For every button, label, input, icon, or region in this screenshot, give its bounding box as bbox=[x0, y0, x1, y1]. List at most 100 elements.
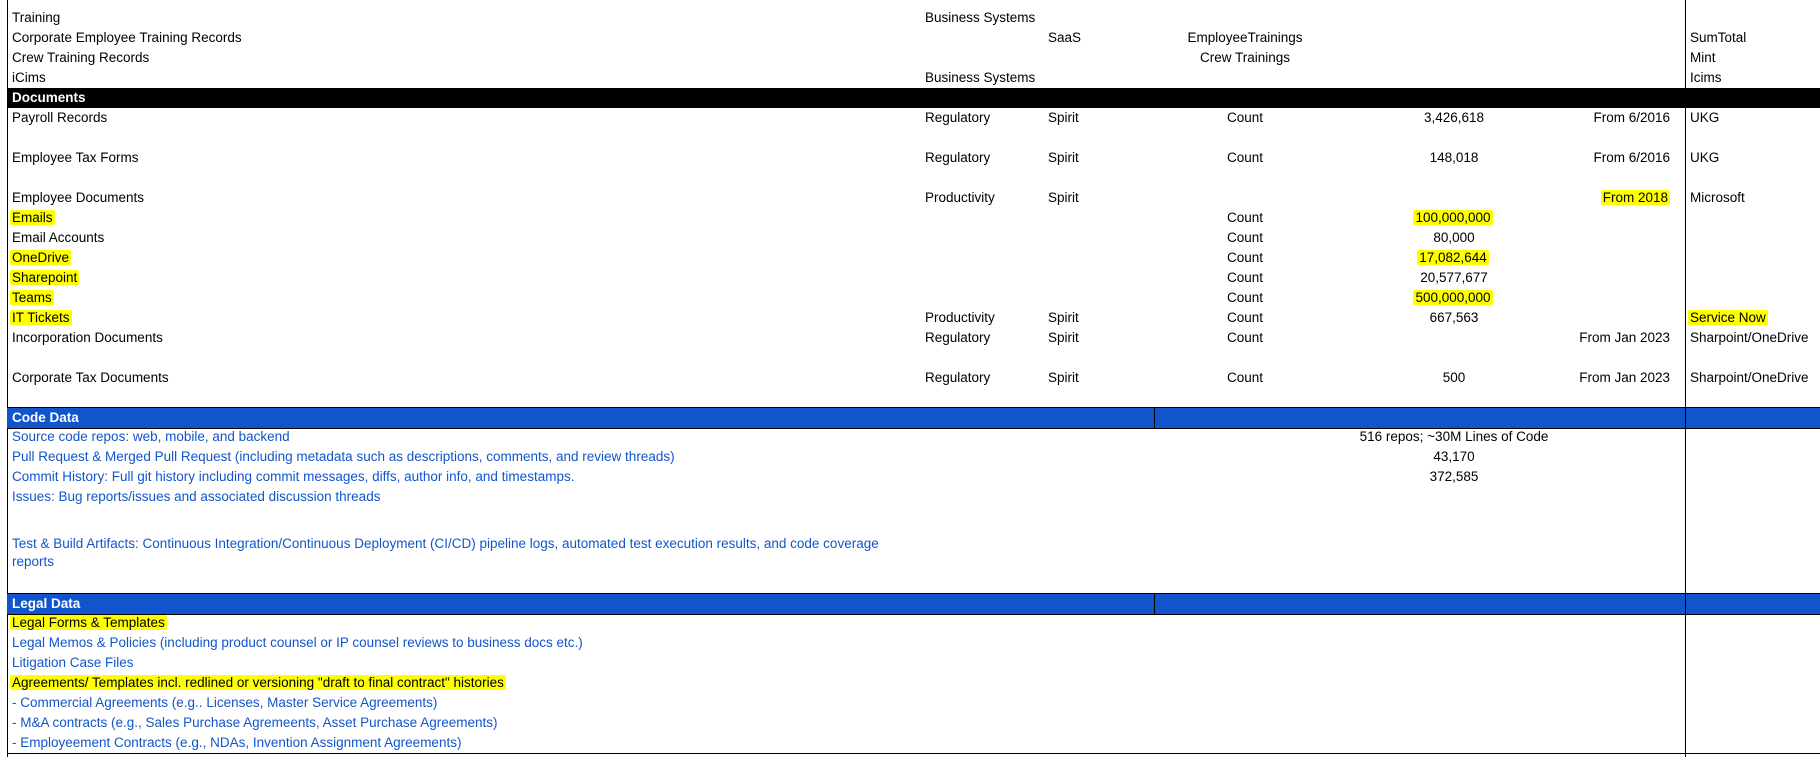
section-header-label: Code Data bbox=[12, 410, 79, 425]
highlighted-name: Teams bbox=[10, 290, 54, 305]
row-system: Microsoft bbox=[1690, 190, 1745, 205]
highlighted-system: Service Now bbox=[1688, 310, 1768, 325]
highlighted-name: IT Tickets bbox=[10, 310, 72, 325]
system-column-border bbox=[1685, 0, 1686, 757]
spreadsheet: Training Business Systems Corporate Empl… bbox=[0, 0, 1820, 757]
highlighted-range: From 2018 bbox=[1600, 190, 1670, 205]
section-header-documents[interactable]: Documents bbox=[7, 88, 1820, 108]
highlighted-name: Emails bbox=[10, 210, 55, 225]
row-category: Productivity bbox=[925, 310, 995, 325]
row-metric: Count bbox=[1226, 150, 1264, 165]
row-name: Crew Training Records bbox=[12, 50, 150, 65]
row-value: 17,082,644 bbox=[1354, 248, 1554, 268]
column-divider bbox=[1154, 408, 1155, 428]
row-category: Business Systems bbox=[925, 10, 1036, 25]
row-name: Employee Tax Forms bbox=[12, 150, 139, 165]
row-source: Spirit bbox=[1048, 370, 1079, 385]
row-name: Pull Request & Merged Pull Request (incl… bbox=[12, 449, 675, 464]
section-header-legal-data[interactable]: Legal Data bbox=[7, 593, 1820, 615]
row-metric: Count bbox=[1226, 250, 1264, 265]
section-header-code-data[interactable]: Code Data bbox=[7, 407, 1820, 429]
row-name: Teams bbox=[10, 288, 54, 308]
highlighted-value: 100,000,000 bbox=[1413, 210, 1493, 225]
row-system: SumTotal bbox=[1690, 30, 1747, 45]
column-divider bbox=[1685, 594, 1686, 614]
row-name: Employee Documents bbox=[12, 190, 145, 205]
row-name: Training bbox=[12, 10, 61, 25]
row-name: iCims bbox=[12, 70, 46, 85]
row-value: 667,563 bbox=[1429, 310, 1479, 325]
row-metric: Count bbox=[1226, 290, 1264, 305]
highlighted-value: 500,000,000 bbox=[1413, 290, 1493, 305]
row-source: Spirit bbox=[1048, 150, 1079, 165]
row-name: Source code repos: web, mobile, and back… bbox=[12, 429, 290, 444]
row-source: SaaS bbox=[1048, 30, 1082, 45]
row-category: Regulatory bbox=[925, 110, 991, 125]
row-value: 500 bbox=[1442, 370, 1466, 385]
row-name: Sharepoint bbox=[10, 268, 80, 288]
row-name: OneDrive bbox=[10, 248, 72, 268]
highlighted-name: Agreements/ Templates incl. redlined or … bbox=[10, 675, 506, 690]
row-range: From 6/2016 bbox=[1593, 150, 1670, 165]
row-range: From Jan 2023 bbox=[1579, 330, 1670, 345]
row-category: Regulatory bbox=[925, 150, 991, 165]
row-metric: Count bbox=[1226, 270, 1264, 285]
row-system: UKG bbox=[1690, 150, 1720, 165]
row-name: Emails bbox=[10, 208, 55, 228]
row-metric: Count bbox=[1226, 230, 1264, 245]
section-header-label: Documents bbox=[12, 90, 86, 105]
row-system: Mint bbox=[1690, 50, 1716, 65]
row-system: UKG bbox=[1690, 110, 1720, 125]
row-value: 372,585 bbox=[1429, 469, 1479, 484]
row-name: Litigation Case Files bbox=[12, 655, 134, 670]
row-name: - Commercial Agreements (e.g.. Licenses,… bbox=[12, 695, 438, 710]
row-value: 3,426,618 bbox=[1423, 110, 1485, 125]
column-divider bbox=[1154, 594, 1155, 614]
row-category: Business Systems bbox=[925, 70, 1036, 85]
row-name: Email Accounts bbox=[12, 230, 105, 245]
row-name: Legal Memos & Policies (including produc… bbox=[12, 635, 583, 650]
row-metric: Count bbox=[1226, 110, 1264, 125]
row-metric: Count bbox=[1226, 370, 1264, 385]
row-range: From Jan 2023 bbox=[1579, 370, 1670, 385]
highlighted-name: OneDrive bbox=[10, 250, 72, 265]
row-name: Corporate Employee Training Records bbox=[12, 30, 242, 45]
left-border bbox=[7, 0, 8, 757]
row-category: Productivity bbox=[925, 190, 995, 205]
highlighted-name: Sharepoint bbox=[10, 270, 80, 285]
row-name: Commit History: Full git history includi… bbox=[12, 469, 575, 484]
row-value: 80,000 bbox=[1433, 230, 1475, 245]
highlighted-value: 17,082,644 bbox=[1417, 250, 1489, 265]
row-name: Issues: Bug reports/issues and associate… bbox=[12, 489, 381, 504]
row-value: 43,170 bbox=[1433, 449, 1475, 464]
row-metric: Count bbox=[1226, 310, 1264, 325]
row-metric: Count bbox=[1226, 210, 1264, 225]
row-category: Regulatory bbox=[925, 330, 991, 345]
row-value: 100,000,000 bbox=[1354, 208, 1554, 228]
row-name: Payroll Records bbox=[12, 110, 108, 125]
row-metric: EmployeeTrainings bbox=[1187, 30, 1303, 45]
row-name: - Employeement Contracts (e.g., NDAs, In… bbox=[12, 735, 462, 750]
row-system: Icims bbox=[1690, 70, 1722, 85]
row-category: Regulatory bbox=[925, 370, 991, 385]
bottom-border bbox=[7, 753, 1820, 754]
row-name: Legal Forms & Templates bbox=[10, 613, 167, 633]
row-system: Sharpoint/OneDrive bbox=[1690, 330, 1809, 345]
row-name: Corporate Tax Documents bbox=[12, 370, 169, 385]
row-range: From 6/2016 bbox=[1593, 110, 1670, 125]
row-value: 148,018 bbox=[1429, 150, 1479, 165]
column-divider bbox=[1685, 408, 1686, 428]
row-name: IT Tickets bbox=[10, 308, 72, 328]
row-source: Spirit bbox=[1048, 110, 1079, 125]
row-system: Sharpoint/OneDrive bbox=[1690, 370, 1809, 385]
row-name: - M&A contracts (e.g., Sales Purchase Ag… bbox=[12, 715, 498, 730]
row-name: Incorporation Documents bbox=[12, 330, 163, 345]
row-value: 500,000,000 bbox=[1354, 288, 1554, 308]
row-value: 20,577,677 bbox=[1420, 270, 1488, 285]
highlighted-name: Legal Forms & Templates bbox=[10, 615, 167, 630]
row-value: 516 repos; ~30M Lines of Code bbox=[1359, 429, 1549, 444]
row-metric: Count bbox=[1226, 330, 1264, 345]
row-system: Service Now bbox=[1688, 308, 1768, 328]
section-header-label: Legal Data bbox=[12, 596, 81, 611]
row-range: From 2018 bbox=[1550, 188, 1670, 208]
